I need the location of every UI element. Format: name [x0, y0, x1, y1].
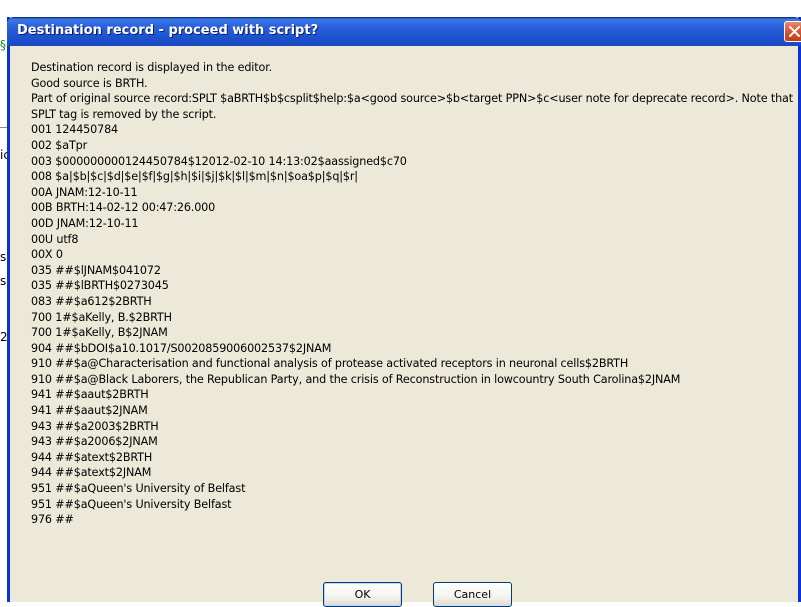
background-fragment: s — [0, 274, 7, 288]
message-line: 910 ##$a@Characterisation and functional… — [31, 357, 629, 371]
message-line: 943 ##$a2003$2BRTH — [31, 419, 159, 433]
message-line: 951 ##$aQueen's University of Belfast — [31, 482, 246, 496]
ok-button[interactable]: OK — [323, 582, 402, 607]
message-line: Part of original source record:SPLT $aBR… — [31, 92, 793, 121]
message-line: 943 ##$a2006$2JNAM — [31, 435, 158, 449]
message-line: 00B BRTH:14-02-12 00:47:26.000 — [31, 201, 216, 215]
message-line: 904 ##$bDOI$a10.1017/S0020859006002537$2… — [31, 341, 332, 355]
message-line: 008 $a|$b|$c|$d|$e|$f|$g|$h|$i|$j|$k|$l|… — [31, 170, 358, 184]
message-line: 00U utf8 — [31, 232, 79, 246]
message-line: 083 ##$a612$2BRTH — [31, 294, 152, 308]
message-line: 951 ##$aQueen's University Belfast — [31, 497, 232, 511]
cancel-button[interactable]: Cancel — [433, 582, 512, 607]
message-line: 035 ##$lJNAM$041072 — [31, 263, 161, 277]
background-fragment: § — [0, 38, 6, 52]
message-line: 001 124450784 — [31, 123, 119, 137]
dialog-titlebar[interactable]: Destination record - proceed with script… — [7, 17, 801, 46]
message-line: 910 ##$a@Black Laborers, the Republican … — [31, 372, 681, 386]
message-line: 944 ##$atext$2JNAM — [31, 466, 152, 480]
dialog-title: Destination record - proceed with script… — [17, 23, 319, 38]
message-line: 00X 0 — [31, 248, 63, 262]
confirm-dialog: Destination record - proceed with script… — [7, 17, 801, 607]
message-line: 00D JNAM:12-10-11 — [31, 216, 139, 230]
message-line: 00A JNAM:12-10-11 — [31, 185, 138, 199]
message-line: Destination record is displayed in the e… — [31, 61, 273, 74]
message-line: 002 $aTpr — [31, 138, 88, 152]
message-line: 700 1#$aKelly, B$2JNAM — [31, 326, 168, 340]
message-line: 035 ##$lBRTH$0273045 — [31, 279, 169, 293]
message-line: 941 ##$aaut$2BRTH — [31, 388, 149, 402]
background-fragment: s — [0, 250, 7, 264]
message-line: 700 1#$aKelly, B.$2BRTH — [31, 310, 172, 324]
message-line: 976 ## — [31, 513, 74, 527]
message-line: Good source is BRTH. — [31, 76, 148, 90]
message-line: 944 ##$atext$2BRTH — [31, 450, 153, 464]
message-line: 941 ##$aaut$2JNAM — [31, 404, 148, 418]
close-button[interactable] — [784, 21, 801, 42]
message-line: 003 $000000000124450784$12012-02-10 14:1… — [31, 154, 407, 168]
dialog-message: Destination record is displayed in the e… — [31, 60, 801, 528]
